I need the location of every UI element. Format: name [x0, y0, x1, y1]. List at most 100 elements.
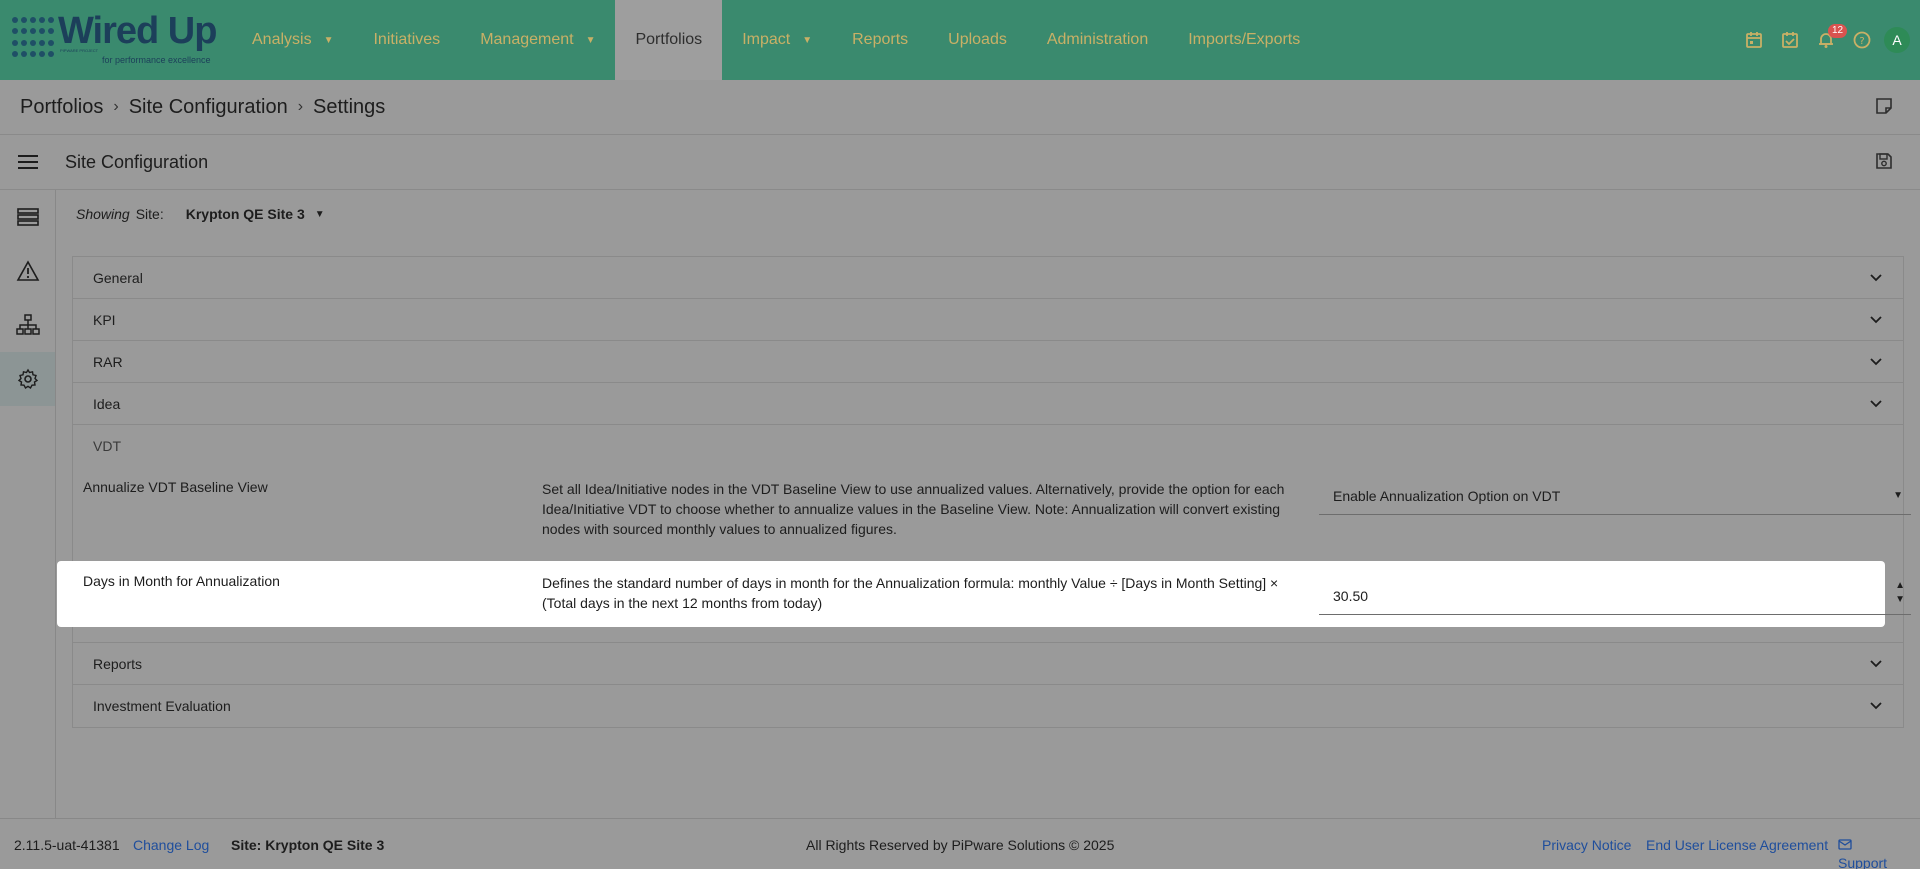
nav-label: Portfolios: [635, 31, 703, 48]
support-label: Support: [1838, 855, 1888, 869]
sidebar-item-settings[interactable]: [0, 352, 55, 406]
caret-down-icon: ▼: [585, 34, 596, 46]
nav-reports[interactable]: Reports: [832, 0, 928, 80]
caret-down-icon: ▼: [314, 208, 325, 220]
footer: 2.11.5-uat-41381 Change Log Site: Krypto…: [0, 818, 1920, 869]
sidebar-item-hierarchy[interactable]: [0, 298, 55, 352]
nav-administration[interactable]: Administration: [1027, 0, 1168, 80]
increment-icon[interactable]: ▲: [1895, 579, 1905, 593]
showing-label: Showing: [76, 206, 130, 222]
list-icon: [16, 208, 39, 226]
caret-down-icon: ▼: [323, 34, 334, 46]
nav-label: Uploads: [948, 31, 1007, 48]
help-icon[interactable]: ?: [1844, 22, 1880, 58]
annualize-option-select[interactable]: Enable Annualization Option on VDT ▼: [1319, 477, 1911, 515]
chevron-down-icon: [1870, 358, 1882, 366]
caret-down-icon: ▼: [802, 34, 813, 46]
copyright-text: All Rights Reserved by PiPware Solutions…: [806, 837, 1115, 853]
site-value: Krypton QE Site 3: [185, 206, 305, 222]
nav-initiatives[interactable]: Initiatives: [353, 0, 460, 80]
section-vdt[interactable]: VDT: [73, 425, 1903, 467]
nav-imports-exports[interactable]: Imports/Exports: [1168, 0, 1320, 80]
section-label: RAR: [93, 353, 123, 370]
chevron-down-icon: [1870, 400, 1882, 408]
nav-label: Management: [480, 31, 574, 48]
setting-label: Days in Month for Annualization: [83, 573, 280, 589]
section-label: Idea: [93, 395, 121, 412]
chevron-right-icon: ›: [113, 98, 119, 115]
nav-uploads[interactable]: Uploads: [928, 0, 1027, 80]
nav-label: Analysis: [252, 31, 312, 48]
setting-label: Annualize VDT Baseline View: [83, 479, 268, 495]
section-label: Investment Evaluation: [93, 698, 231, 714]
gear-icon: [17, 368, 38, 390]
nav-label: Initiatives: [373, 31, 441, 48]
setting-days-in-month: Days in Month for Annualization Defines …: [57, 561, 1911, 627]
setting-annualize-baseline: Annualize VDT Baseline View Set all Idea…: [73, 467, 1911, 559]
save-icon[interactable]: [1874, 151, 1894, 176]
sidebar-item-list[interactable]: [0, 190, 55, 244]
version-text: 2.11.5-uat-41381: [14, 837, 120, 853]
section-label: General: [93, 269, 143, 286]
settings-accordion: General KPI RAR Idea VDT Annualize VDT B…: [57, 256, 1911, 728]
nav-impact[interactable]: Impact ▼: [722, 0, 832, 80]
nav-management[interactable]: Management ▼: [460, 0, 615, 80]
setting-description: Defines the standard number of days in m…: [542, 575, 1279, 611]
nav-utility-icons: 12 ? A: [1736, 0, 1920, 80]
input-value: 30.50: [1333, 587, 1369, 604]
hierarchy-icon: [15, 314, 40, 335]
wiredup-logo[interactable]: Wired Up PIPWARE PROJECT for performance…: [0, 0, 232, 80]
sidebar-item-warnings[interactable]: [0, 244, 55, 298]
chevron-down-icon: [1870, 702, 1882, 710]
section-label: VDT: [93, 438, 121, 454]
vdt-settings-panel: Annualize VDT Baseline View Set all Idea…: [57, 467, 1911, 643]
support-icon: [1838, 839, 1852, 850]
setting-description: Set all Idea/Initiative nodes in the VDT…: [542, 481, 1285, 537]
eula-link[interactable]: End User License Agreement: [1646, 837, 1828, 853]
select-value: Enable Annualization Option on VDT: [1333, 487, 1561, 504]
sticky-note-icon[interactable]: [1874, 96, 1894, 121]
decrement-icon[interactable]: ▼: [1895, 593, 1905, 607]
logo-small-text: PIPWARE PROJECT: [60, 48, 99, 53]
hamburger-menu-icon[interactable]: [0, 154, 55, 170]
nav-label: Administration: [1046, 31, 1149, 48]
changelog-link[interactable]: Change Log: [133, 837, 209, 853]
main-content: Showing Site: Krypton QE Site 3 ▼ Genera…: [56, 190, 1920, 818]
number-stepper[interactable]: ▲ ▼: [1895, 579, 1905, 607]
calendar-check-icon[interactable]: [1772, 22, 1808, 58]
breadcrumb: Portfolios › Site Configuration › Settin…: [0, 80, 1920, 135]
nav-analysis[interactable]: Analysis ▼: [232, 0, 353, 80]
chevron-right-icon: ›: [297, 98, 304, 115]
nav-label: Impact: [742, 31, 791, 48]
site-filter: Showing Site: Krypton QE Site 3 ▼: [76, 206, 325, 222]
avatar[interactable]: A: [1884, 27, 1910, 53]
section-label: Reports: [93, 655, 143, 672]
nav-label: Imports/Exports: [1188, 31, 1301, 48]
calendar-icon[interactable]: [1736, 22, 1772, 58]
section-kpi[interactable]: KPI: [73, 299, 1903, 341]
footer-site: Site: Krypton QE Site 3: [231, 837, 385, 853]
section-idea[interactable]: Idea: [73, 383, 1903, 425]
caret-down-icon: ▼: [1893, 490, 1903, 501]
logo-tagline: for performance excellence: [102, 55, 211, 65]
section-general[interactable]: General: [73, 257, 1903, 299]
nav-label: Reports: [852, 31, 909, 48]
section-investment-evaluation[interactable]: Investment Evaluation: [73, 685, 1903, 727]
section-label: KPI: [93, 311, 116, 328]
section-rar[interactable]: RAR: [73, 341, 1903, 383]
breadcrumb-site-configuration[interactable]: Site Configuration: [129, 96, 288, 119]
support-link[interactable]: Support: [1838, 837, 1887, 869]
breadcrumb-portfolios[interactable]: Portfolios: [20, 96, 103, 119]
bell-icon[interactable]: 12: [1808, 22, 1848, 58]
chevron-down-icon: [1870, 660, 1882, 668]
site-selector[interactable]: Krypton QE Site 3 ▼: [186, 206, 325, 222]
days-in-month-input[interactable]: 30.50 ▲ ▼: [1319, 577, 1911, 615]
privacy-link[interactable]: Privacy Notice: [1542, 837, 1631, 853]
logo-text: Wired Up: [58, 10, 217, 52]
top-navigation: Wired Up PIPWARE PROJECT for performance…: [0, 0, 1920, 80]
section-reports[interactable]: Reports: [73, 643, 1903, 685]
site-label: Site:: [135, 206, 164, 222]
sidebar: [0, 190, 56, 818]
nav-portfolios[interactable]: Portfolios: [615, 0, 723, 80]
page-title: Site Configuration: [65, 151, 209, 172]
